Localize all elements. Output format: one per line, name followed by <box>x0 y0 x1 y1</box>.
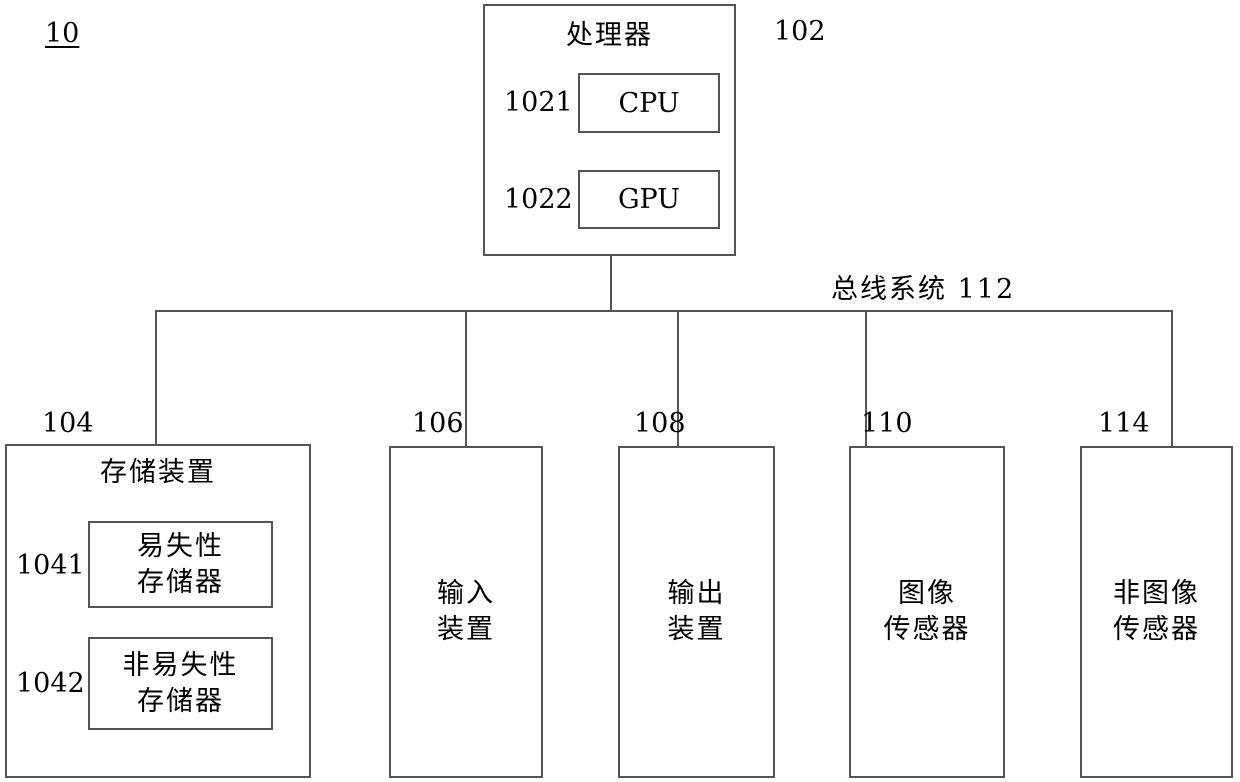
gpu-label: GPU <box>617 184 680 215</box>
cpu-box: CPU <box>578 73 720 133</box>
bus-connector-non-image-sensor <box>1171 310 1173 446</box>
non-image-sensor-label: 非图像 传感器 <box>1113 578 1200 645</box>
gpu-ref-label: 1022 <box>504 184 573 215</box>
nonvolatile-memory-box: 非易失性 存储器 <box>88 637 273 730</box>
bus-connector-input-device <box>465 310 467 446</box>
figure-number-label: 10 <box>45 18 80 49</box>
bus-line <box>155 310 1173 312</box>
nonvolatile-memory-ref-label: 1042 <box>16 668 85 699</box>
output-device-box: 输出 装置 <box>618 446 775 778</box>
non-image-sensor-box: 非图像 传感器 <box>1080 446 1233 778</box>
figure-canvas: 10 处理器 CPU 1021 GPU 1022 102 总线系统 112 10… <box>0 0 1240 782</box>
storage-device-title: 存储装置 <box>100 457 216 488</box>
processor-title: 处理器 <box>566 20 653 51</box>
image-sensor-label: 图像 传感器 <box>883 578 971 645</box>
processor-bus-connector <box>610 256 612 312</box>
input-device-ref-label: 106 <box>412 408 464 439</box>
output-device-ref-label: 108 <box>634 408 686 439</box>
cpu-label: CPU <box>618 87 680 119</box>
output-device-label: 输出 装置 <box>667 578 726 645</box>
gpu-box: GPU <box>578 170 720 229</box>
bus-system-label: 总线系统 112 <box>831 274 1016 305</box>
processor-ref-label: 102 <box>774 16 826 47</box>
input-device-label: 输入 装置 <box>437 578 495 645</box>
image-sensor-ref-label: 110 <box>861 408 913 439</box>
storage-ref-label: 104 <box>42 408 94 439</box>
volatile-memory-ref-label: 1041 <box>16 550 85 581</box>
input-device-box: 输入 装置 <box>389 446 543 778</box>
bus-connector-storage <box>155 310 157 446</box>
volatile-memory-box: 易失性 存储器 <box>88 521 273 608</box>
nonvolatile-memory-label: 非易失性 存储器 <box>122 649 239 717</box>
cpu-ref-label: 1021 <box>504 87 573 118</box>
image-sensor-box: 图像 传感器 <box>849 446 1005 778</box>
volatile-memory-label: 易失性 存储器 <box>137 530 224 598</box>
non-image-sensor-ref-label: 114 <box>1098 408 1150 439</box>
